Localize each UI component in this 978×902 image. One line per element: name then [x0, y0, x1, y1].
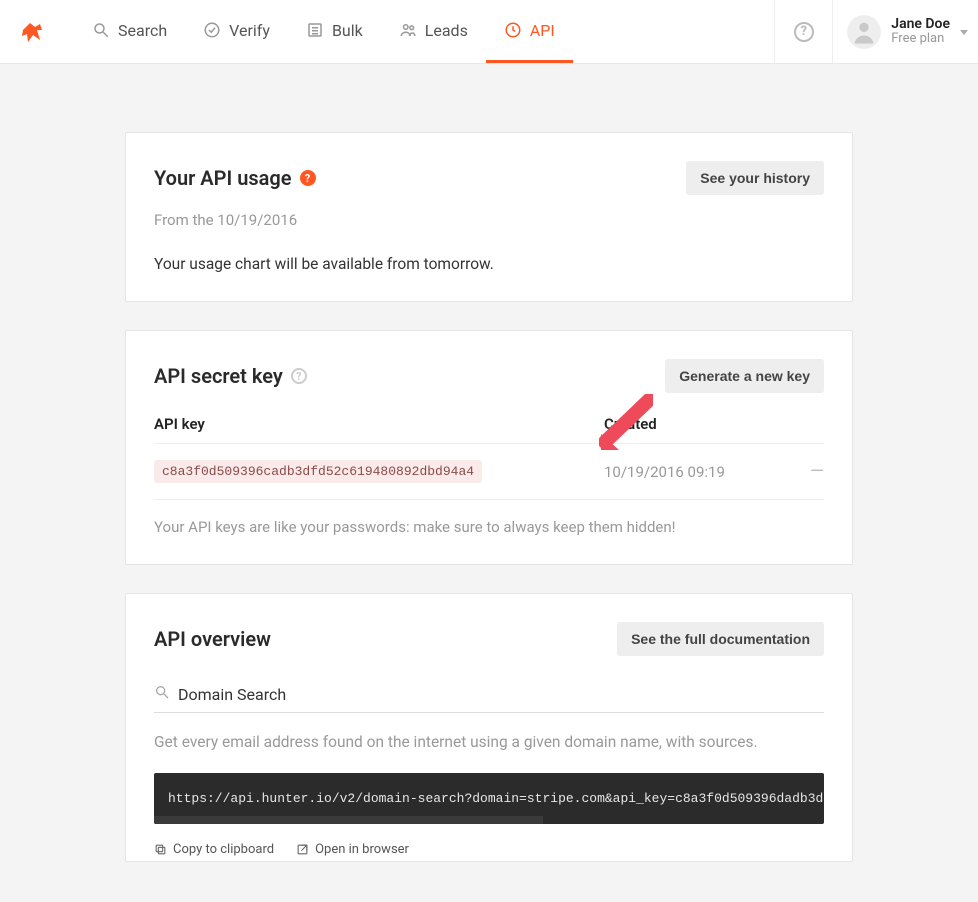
user-name: Jane Doe: [891, 16, 950, 32]
api-key-value[interactable]: c8a3f0d509396cadb3dfd52c619480892dbd94a4: [154, 460, 482, 483]
key-warning-note: Your API keys are like your passwords: m…: [154, 518, 824, 536]
api-secret-key-card: API secret key ? Generate a new key API …: [125, 330, 853, 565]
key-table-header: API key Created: [154, 415, 824, 444]
endpoint-name: Domain Search: [178, 685, 286, 704]
nav-api[interactable]: API: [486, 0, 573, 63]
generate-new-key-button[interactable]: Generate a new key: [665, 359, 824, 393]
key-created-date: 10/19/2016 09:19: [604, 463, 800, 481]
card-title: API secret key ?: [154, 364, 307, 388]
api-usage-card: Your API usage ? See your history From t…: [125, 132, 853, 302]
key-actions[interactable]: —: [800, 461, 824, 482]
title-text: Your API usage: [154, 166, 292, 190]
nav-bulk[interactable]: Bulk: [288, 0, 381, 63]
api-icon: [504, 21, 522, 39]
card-title: API overview: [154, 627, 271, 651]
copy-to-clipboard-button[interactable]: Copy to clipboard: [154, 842, 274, 857]
main-nav: Search Verify Bulk Leads API: [74, 0, 573, 63]
people-icon: [399, 21, 417, 39]
card-title: Your API usage ?: [154, 166, 316, 190]
nav-leads[interactable]: Leads: [381, 0, 486, 63]
nav-label: Search: [118, 21, 167, 40]
nav-verify[interactable]: Verify: [185, 0, 288, 63]
see-history-button[interactable]: See your history: [686, 161, 824, 195]
top-bar: Search Verify Bulk Leads API ? Jane Do: [0, 0, 978, 64]
open-in-browser-button[interactable]: Open in browser: [296, 842, 409, 857]
nav-label: Bulk: [332, 21, 363, 40]
key-table-row: c8a3f0d509396cadb3dfd52c619480892dbd94a4…: [154, 444, 824, 500]
check-circle-icon: [203, 21, 221, 39]
title-text: API secret key: [154, 364, 283, 388]
see-full-docs-button[interactable]: See the full documentation: [617, 622, 824, 656]
help-icon[interactable]: ?: [291, 368, 307, 384]
search-icon: [154, 684, 170, 704]
col-header-created: Created: [604, 415, 800, 433]
nav-label: Leads: [425, 21, 468, 40]
user-menu[interactable]: Jane Doe Free plan: [832, 0, 978, 63]
copy-icon: [154, 843, 167, 856]
endpoint-heading: Domain Search: [154, 684, 824, 713]
nav-label: Verify: [229, 21, 270, 40]
endpoint-description: Get every email address found on the int…: [154, 733, 824, 751]
endpoint-url-code[interactable]: https://api.hunter.io/v2/domain-search?d…: [154, 773, 824, 824]
help-icon[interactable]: ?: [300, 170, 316, 186]
action-label: Copy to clipboard: [173, 842, 274, 857]
title-text: API overview: [154, 627, 271, 651]
help-button[interactable]: ?: [774, 0, 832, 63]
action-label: Open in browser: [315, 842, 409, 857]
avatar-icon: [847, 15, 881, 49]
search-icon: [92, 21, 110, 39]
col-header-key: API key: [154, 415, 604, 433]
user-plan: Free plan: [891, 32, 950, 47]
nav-label: API: [530, 21, 555, 40]
chevron-down-icon: [960, 30, 968, 35]
question-icon: ?: [794, 22, 814, 42]
api-overview-card: API overview See the full documentation …: [125, 593, 853, 862]
list-icon: [306, 21, 324, 39]
brand-logo[interactable]: [20, 20, 44, 44]
nav-search[interactable]: Search: [74, 0, 185, 63]
external-link-icon: [296, 843, 309, 856]
usage-message: Your usage chart will be available from …: [154, 255, 824, 273]
usage-from-date: From the 10/19/2016: [154, 211, 824, 229]
